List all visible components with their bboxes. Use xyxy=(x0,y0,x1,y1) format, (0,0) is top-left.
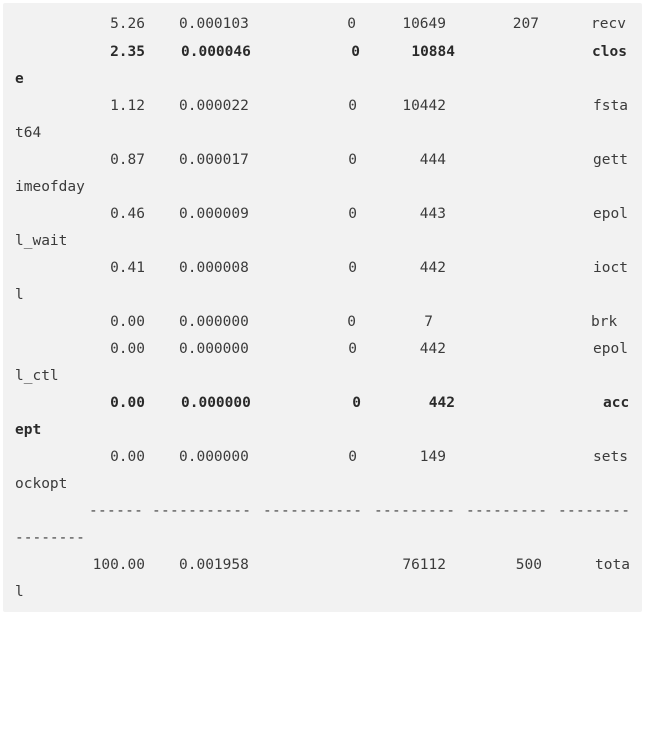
percent-time: 2.35 xyxy=(110,44,145,60)
syscall-name: epol xyxy=(593,341,628,357)
syscall-name-wrap: l_ctl xyxy=(3,363,642,390)
syscall-name-continued: l_ctl xyxy=(15,368,59,384)
syscall-name: clos xyxy=(592,44,627,60)
syscall-row: 0.00 0.000000 0 442 epol xyxy=(3,336,642,363)
syscall-name-continued: l_wait xyxy=(15,233,68,249)
separator-row: ------ ----------- ----------- ---------… xyxy=(3,498,642,525)
syscall-row: 0.00 0.000000 0 442 acc xyxy=(3,390,642,417)
syscall-name-continued: t64 xyxy=(15,125,42,141)
strace-summary-code-block: 5.26 0.000103 0 10649 207 recv 2.35 0.00… xyxy=(3,3,642,612)
errors: 0 xyxy=(348,206,357,222)
syscall-name-continued: imeofday xyxy=(15,179,85,195)
percent-time: 0.00 xyxy=(110,314,145,330)
errors: 0 xyxy=(351,44,360,60)
syscall-name-wrap: ockopt xyxy=(3,471,642,498)
calls: 149 xyxy=(419,449,446,465)
separator-segment: --------- xyxy=(466,503,548,519)
separator-segment: -------- xyxy=(558,503,631,519)
calls: 10884 xyxy=(411,44,455,60)
seconds: 0.000008 xyxy=(179,260,249,276)
calls: 10649 xyxy=(402,16,446,32)
percent-time: 0.87 xyxy=(110,152,145,168)
errors: 0 xyxy=(348,341,357,357)
syscall-row: 5.26 0.000103 0 10649 207 recv xyxy=(3,11,642,38)
percent-time: 0.00 xyxy=(110,449,145,465)
total-percent-time: 100.00 xyxy=(92,557,145,573)
total-row: 100.00 0.001958 76112 500 tota xyxy=(3,552,642,579)
syscall-name-wrap: imeofday xyxy=(3,174,642,201)
syscall-row: 0.87 0.000017 0 444 gett xyxy=(3,147,642,174)
percent-time: 0.46 xyxy=(110,206,145,222)
syscall-name-wrap: t64 xyxy=(3,120,642,147)
calls: 444 xyxy=(419,152,446,168)
seconds: 0.000103 xyxy=(179,16,249,32)
separator-segment: ----------- xyxy=(263,503,363,519)
errors: 0 xyxy=(348,260,357,276)
syscall-name-wrap: ept xyxy=(3,417,642,444)
seconds: 0.000022 xyxy=(179,98,249,114)
total-label: tota xyxy=(595,557,630,573)
syscall-row: 0.46 0.000009 0 443 epol xyxy=(3,201,642,228)
seconds: 0.000000 xyxy=(179,341,249,357)
syscall-row: 2.35 0.000046 0 10884 clos xyxy=(3,39,642,66)
syscall-row: 0.00 0.000000 0 7 brk xyxy=(3,309,642,336)
calls: 7 xyxy=(424,314,433,330)
seconds: 0.000046 xyxy=(181,44,251,60)
syscall-name-continued: e xyxy=(15,71,24,87)
separator-continued: -------- xyxy=(15,530,85,546)
usecs-per-call: 207 xyxy=(512,16,539,32)
syscall-name-continued: l xyxy=(15,287,24,303)
syscall-name: acc xyxy=(603,395,630,411)
syscall-name-continued: ockopt xyxy=(15,476,68,492)
syscall-name-wrap: e xyxy=(3,66,642,93)
calls: 442 xyxy=(428,395,455,411)
percent-time: 0.00 xyxy=(110,395,145,411)
syscall-name-continued: ept xyxy=(15,422,42,438)
total-seconds: 0.001958 xyxy=(179,557,249,573)
syscall-row: 0.41 0.000008 0 442 ioct xyxy=(3,255,642,282)
syscall-name: sets xyxy=(593,449,628,465)
percent-time: 1.12 xyxy=(110,98,145,114)
percent-time: 0.41 xyxy=(110,260,145,276)
separator-wrap: -------- xyxy=(3,525,642,552)
calls: 442 xyxy=(419,260,446,276)
calls: 10442 xyxy=(402,98,446,114)
total-label-wrap: l xyxy=(3,579,642,606)
seconds: 0.000000 xyxy=(179,314,249,330)
seconds: 0.000000 xyxy=(179,449,249,465)
separator-segment: --------- xyxy=(374,503,456,519)
syscall-name: brk xyxy=(591,314,618,330)
calls: 442 xyxy=(419,341,446,357)
seconds: 0.000017 xyxy=(179,152,249,168)
errors: 0 xyxy=(347,314,356,330)
syscall-name-wrap: l xyxy=(3,282,642,309)
total-calls: 76112 xyxy=(402,557,446,573)
errors: 0 xyxy=(348,449,357,465)
percent-time: 0.00 xyxy=(110,341,145,357)
calls: 443 xyxy=(419,206,446,222)
errors: 0 xyxy=(348,152,357,168)
syscall-name: epol xyxy=(593,206,628,222)
errors: 0 xyxy=(347,16,356,32)
syscall-name: gett xyxy=(593,152,628,168)
syscall-name: fsta xyxy=(593,98,628,114)
separator-segment: ------ xyxy=(89,503,144,519)
total-errors: 500 xyxy=(515,557,542,573)
total-label-continued: l xyxy=(15,584,24,600)
syscall-name: ioct xyxy=(593,260,628,276)
syscall-row: 0.00 0.000000 0 149 sets xyxy=(3,444,642,471)
errors: 0 xyxy=(352,395,361,411)
percent-time: 5.26 xyxy=(110,16,145,32)
syscall-name: recv xyxy=(591,16,626,32)
seconds: 0.000009 xyxy=(179,206,249,222)
errors: 0 xyxy=(348,98,357,114)
separator-segment: ----------- xyxy=(152,503,252,519)
seconds: 0.000000 xyxy=(181,395,251,411)
syscall-row: 1.12 0.000022 0 10442 fsta xyxy=(3,93,642,120)
syscall-name-wrap: l_wait xyxy=(3,228,642,255)
